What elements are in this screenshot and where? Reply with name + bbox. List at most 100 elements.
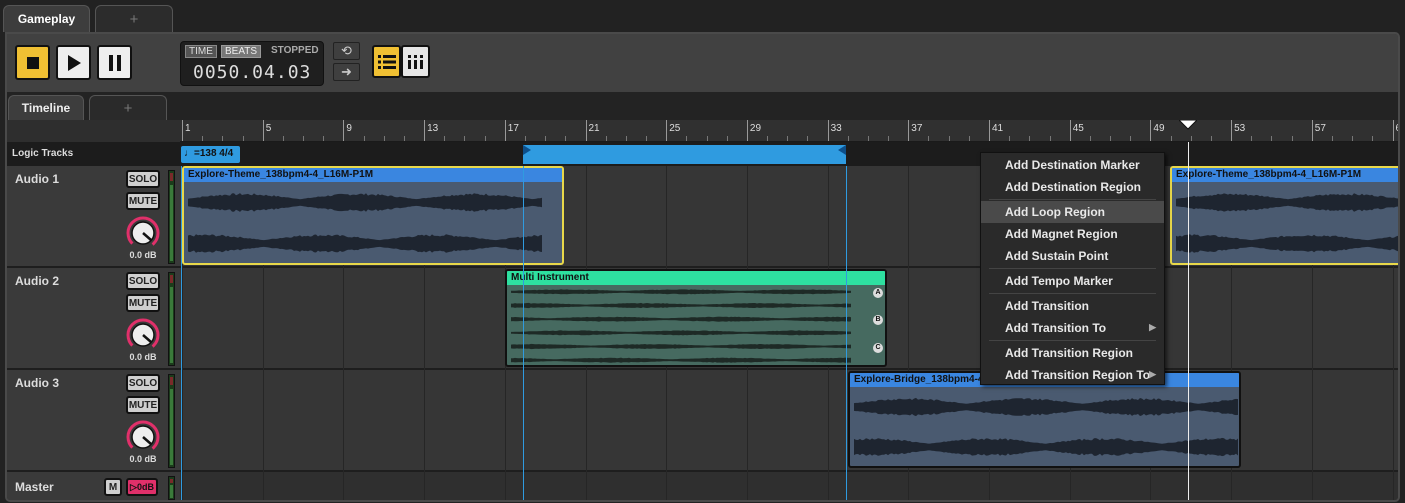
stop-button[interactable] (15, 45, 50, 80)
ruler-bar-label: 45 (1072, 123, 1084, 134)
solo-button[interactable]: SOLO (126, 374, 160, 392)
ruler-beat-tick (948, 136, 950, 141)
ruler-bar-tick (1231, 120, 1233, 141)
ruler-beat-tick (524, 136, 526, 141)
menu-item-add-transition-region-to[interactable]: Add Transition Region To ▶ (981, 364, 1164, 386)
ruler-bar-tick (908, 120, 910, 141)
menu-item-add-sustain-point[interactable]: Add Sustain Point (981, 245, 1164, 267)
loop-playback-button[interactable]: ⟲ (333, 42, 360, 60)
ruler-beat-tick (787, 136, 789, 141)
loop-end-line (846, 166, 847, 500)
logic-track-lane[interactable]: ♩=138 4/4 (180, 142, 1398, 166)
chevron-right-icon: ▶ (1149, 369, 1156, 379)
menu-item-add-tempo-marker[interactable]: Add Tempo Marker (981, 270, 1164, 292)
menu-item-label: Add Sustain Point (1005, 249, 1109, 263)
ruler-bar-tick (182, 120, 183, 141)
level-meter (168, 170, 175, 264)
ruler-beat-tick (706, 136, 708, 141)
region-title: Explore-Theme_138bpm4-4_L16M-P1M (1172, 168, 1398, 182)
track-header-audio-3[interactable]: Audio 3 SOLO MUTE 0.0 dB (7, 370, 180, 472)
ruler-bar-label: 1 (185, 123, 191, 134)
time-mode-button[interactable]: TIME (185, 45, 217, 58)
ruler-bar-tick (1150, 120, 1152, 141)
ruler-beat-tick (403, 136, 405, 141)
playback-status: STOPPED (271, 45, 319, 56)
menu-item-label: Add Magnet Region (1005, 227, 1118, 241)
tab-gameplay[interactable]: Gameplay (3, 5, 90, 32)
ruler-beat-tick (1190, 136, 1192, 141)
track-header-audio-1[interactable]: Audio 1 SOLO MUTE 0.0 dB (7, 166, 180, 268)
menu-item-label: Add Tempo Marker (1005, 274, 1113, 288)
ruler-beat-tick (767, 136, 769, 141)
menu-item-add-transition-to[interactable]: Add Transition To ▶ (981, 317, 1164, 339)
multi-instrument-region[interactable]: Multi Instrument A B C (505, 269, 887, 367)
volume-knob[interactable] (126, 318, 160, 352)
follow-playback-button[interactable]: ➜ (333, 63, 360, 81)
mute-button[interactable]: MUTE (126, 192, 160, 210)
solo-button[interactable]: SOLO (126, 170, 160, 188)
pause-button[interactable] (97, 45, 132, 80)
transport-toolbar: TIME BEATS STOPPED 0050.04.03 ⟲ ➜ (7, 34, 1398, 92)
solo-button[interactable]: SOLO (126, 272, 160, 290)
master-mute-button[interactable]: M (104, 478, 122, 496)
playback-cursor-icon[interactable] (1179, 120, 1197, 130)
playlist-label: C (873, 343, 883, 353)
track-name: Master (15, 480, 54, 494)
menu-item-label: Add Transition To (1005, 321, 1107, 335)
chevron-right-icon: ▶ (1149, 322, 1156, 332)
volume-knob[interactable] (126, 420, 160, 454)
stop-icon (26, 56, 39, 69)
menu-item-add-destination-marker[interactable]: Add Destination Marker (981, 154, 1164, 176)
deck-view-button[interactable] (401, 45, 430, 78)
track-name: Audio 3 (15, 376, 59, 390)
position-readout: 0050.04.03 (193, 62, 312, 83)
add-parameter-tab-button[interactable]: + (89, 95, 167, 120)
add-tab-button[interactable]: + (95, 5, 173, 32)
track-header-master[interactable]: Master M ▷0dB (7, 472, 180, 500)
menu-item-add-transition[interactable]: Add Transition (981, 295, 1164, 317)
menu-item-label: Add Loop Region (1005, 205, 1105, 219)
ruler-bar-label: 21 (588, 123, 600, 134)
mute-button[interactable]: MUTE (126, 396, 160, 414)
ruler-beat-tick (1089, 136, 1091, 141)
track-header-audio-2[interactable]: Audio 2 SOLO MUTE 0.0 dB (7, 268, 180, 370)
master-volume-slider[interactable]: ▷0dB (126, 478, 158, 496)
ruler-beat-tick (545, 136, 547, 141)
audio-region[interactable]: Explore-Theme_138bpm4-4_L16M-P1M (1170, 166, 1398, 265)
ruler-bar-label: 13 (427, 123, 439, 134)
menu-item-add-transition-region[interactable]: Add Transition Region (981, 342, 1164, 364)
tab-timeline[interactable]: Timeline (8, 95, 84, 120)
volume-knob[interactable] (126, 216, 160, 250)
menu-item-add-magnet-region[interactable]: Add Magnet Region (981, 223, 1164, 245)
ruler-bar-label: 33 (830, 123, 842, 134)
loop-start-handle[interactable] (523, 145, 531, 164)
ruler-bar-tick (262, 120, 264, 141)
loop-end-handle[interactable] (838, 145, 846, 164)
ruler-beat-tick (1110, 136, 1112, 141)
event-editor: TIME BEATS STOPPED 0050.04.03 ⟲ ➜ Timeli… (5, 32, 1400, 502)
ruler-bar-label: 49 (1153, 123, 1165, 134)
audio-region[interactable]: Explore-Theme_138bpm4-4_L16M-P1M (182, 166, 564, 265)
list-view-button[interactable] (372, 45, 401, 78)
tempo-marker[interactable]: ♩=138 4/4 (181, 146, 240, 163)
loop-region[interactable] (523, 145, 846, 164)
menu-item-label: Add Transition Region (1005, 346, 1133, 360)
menu-item-add-loop-region[interactable]: Add Loop Region (981, 201, 1164, 223)
context-menu: Add Destination Marker Add Destination Re… (980, 152, 1165, 385)
ruler-beat-tick (363, 136, 365, 141)
ruler-bar-label: 6 (1396, 123, 1399, 134)
ruler-beat-tick (726, 136, 728, 141)
ruler-beat-tick (202, 136, 204, 141)
play-button[interactable] (56, 45, 91, 80)
ruler-beat-tick (1049, 136, 1051, 141)
mute-button[interactable]: MUTE (126, 294, 160, 312)
playback-cursor-line (1188, 142, 1189, 500)
menu-item-label: Add Destination Marker (1005, 158, 1140, 172)
ruler-beat-tick (282, 136, 284, 141)
menu-item-label: Add Destination Region (1005, 180, 1141, 194)
ruler-beat-tick (1029, 136, 1031, 141)
timeline-ruler[interactable]: 1 5 9 13 17 21 25 29 33 37 41 45 49 53 57 6 (180, 120, 1399, 142)
track-lane-master[interactable] (180, 472, 1398, 500)
menu-item-add-destination-region[interactable]: Add Destination Region (981, 176, 1164, 198)
beats-mode-button[interactable]: BEATS (221, 45, 262, 58)
